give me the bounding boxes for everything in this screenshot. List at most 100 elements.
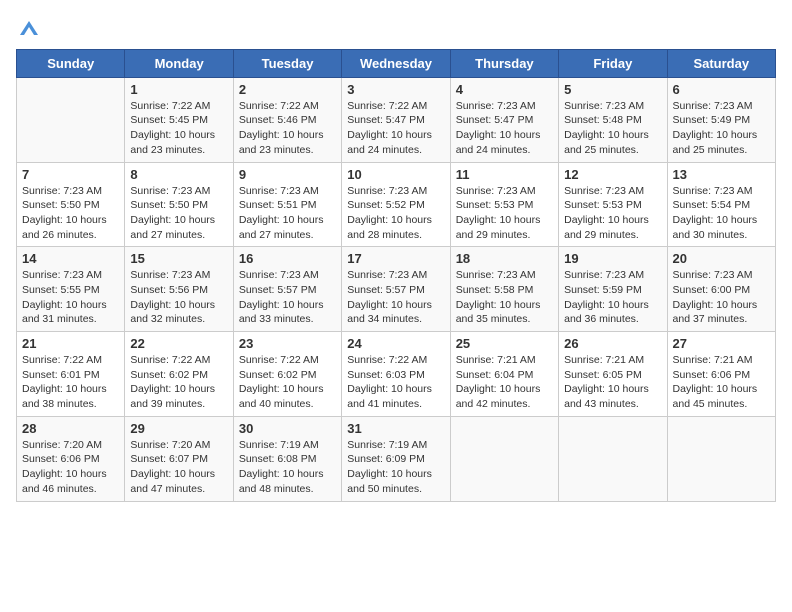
calendar-body: 1 Sunrise: 7:22 AM Sunset: 5:45 PM Daylig… xyxy=(17,77,776,501)
day-info: Sunrise: 7:23 AM Sunset: 5:55 PM Dayligh… xyxy=(22,268,119,327)
calendar-cell: 8Sunrise: 7:23 AM Sunset: 5:50 PM Daylig… xyxy=(125,162,233,247)
day-number: 25 xyxy=(456,336,553,351)
day-number: 1 xyxy=(130,82,227,97)
day-number: 31 xyxy=(347,421,444,436)
calendar-cell: 14 Sunrise: 7:23 AM Sunset: 5:55 PM Dayli… xyxy=(17,247,125,332)
day-info: Sunrise: 7:23 AM Sunset: 6:00 PM Dayligh… xyxy=(673,268,770,327)
weekday-friday: Friday xyxy=(559,49,667,77)
day-number: 15 xyxy=(130,251,227,266)
day-info: Sunrise: 7:19 AM Sunset: 6:08 PM Dayligh… xyxy=(239,438,336,497)
calendar-cell: 1 Sunrise: 7:22 AM Sunset: 5:45 PM Daylig… xyxy=(125,77,233,162)
day-info: Sunrise: 7:22 AM Sunset: 6:02 PM Dayligh… xyxy=(130,353,227,412)
day-info: Sunrise: 7:23 AM Sunset: 5:58 PM Dayligh… xyxy=(456,268,553,327)
calendar-cell: 16Sunrise: 7:23 AM Sunset: 5:57 PM Dayli… xyxy=(233,247,341,332)
day-number: 27 xyxy=(673,336,770,351)
weekday-wednesday: Wednesday xyxy=(342,49,450,77)
logo xyxy=(16,16,40,39)
day-number: 24 xyxy=(347,336,444,351)
logo-icon xyxy=(18,17,40,39)
day-info: Sunrise: 7:22 AM Sunset: 5:45 PM Dayligh… xyxy=(130,99,227,158)
calendar-cell: 27 Sunrise: 7:21 AM Sunset: 6:06 PM Dayli… xyxy=(667,332,775,417)
weekday-tuesday: Tuesday xyxy=(233,49,341,77)
day-number: 26 xyxy=(564,336,661,351)
calendar-cell: 23 Sunrise: 7:22 AM Sunset: 6:02 PM Dayli… xyxy=(233,332,341,417)
calendar-cell: 5 Sunrise: 7:23 AM Sunset: 5:48 PM Daylig… xyxy=(559,77,667,162)
day-number: 4 xyxy=(456,82,553,97)
day-info: Sunrise: 7:23 AM Sunset: 5:54 PM Dayligh… xyxy=(673,184,770,243)
week-row-1: 7 Sunrise: 7:23 AM Sunset: 5:50 PM Daylig… xyxy=(17,162,776,247)
week-row-0: 1 Sunrise: 7:22 AM Sunset: 5:45 PM Daylig… xyxy=(17,77,776,162)
day-number: 3 xyxy=(347,82,444,97)
day-number: 16 xyxy=(239,251,336,266)
calendar-cell: 2 Sunrise: 7:22 AM Sunset: 5:46 PM Daylig… xyxy=(233,77,341,162)
day-number: 17 xyxy=(347,251,444,266)
day-number: 2 xyxy=(239,82,336,97)
day-info: Sunrise: 7:23 AM Sunset: 5:47 PM Dayligh… xyxy=(456,99,553,158)
day-number: 22 xyxy=(130,336,227,351)
week-row-4: 28 Sunrise: 7:20 AM Sunset: 6:06 PM Dayli… xyxy=(17,416,776,501)
weekday-header-row: SundayMondayTuesdayWednesdayThursdayFrid… xyxy=(17,49,776,77)
calendar-cell: 6 Sunrise: 7:23 AM Sunset: 5:49 PM Daylig… xyxy=(667,77,775,162)
day-number: 13 xyxy=(673,167,770,182)
calendar-cell: 24Sunrise: 7:22 AM Sunset: 6:03 PM Dayli… xyxy=(342,332,450,417)
day-info: Sunrise: 7:21 AM Sunset: 6:06 PM Dayligh… xyxy=(673,353,770,412)
calendar-cell: 4 Sunrise: 7:23 AM Sunset: 5:47 PM Daylig… xyxy=(450,77,558,162)
calendar-cell: 26 Sunrise: 7:21 AM Sunset: 6:05 PM Dayli… xyxy=(559,332,667,417)
day-info: Sunrise: 7:22 AM Sunset: 6:01 PM Dayligh… xyxy=(22,353,119,412)
weekday-sunday: Sunday xyxy=(17,49,125,77)
day-info: Sunrise: 7:23 AM Sunset: 5:48 PM Dayligh… xyxy=(564,99,661,158)
day-number: 20 xyxy=(673,251,770,266)
calendar-cell: 13 Sunrise: 7:23 AM Sunset: 5:54 PM Dayli… xyxy=(667,162,775,247)
calendar-cell: 3Sunrise: 7:22 AM Sunset: 5:47 PM Daylig… xyxy=(342,77,450,162)
weekday-saturday: Saturday xyxy=(667,49,775,77)
calendar-cell: 31Sunrise: 7:19 AM Sunset: 6:09 PM Dayli… xyxy=(342,416,450,501)
day-info: Sunrise: 7:23 AM Sunset: 5:49 PM Dayligh… xyxy=(673,99,770,158)
day-info: Sunrise: 7:23 AM Sunset: 5:52 PM Dayligh… xyxy=(347,184,444,243)
calendar-cell: 30Sunrise: 7:19 AM Sunset: 6:08 PM Dayli… xyxy=(233,416,341,501)
day-number: 5 xyxy=(564,82,661,97)
day-info: Sunrise: 7:22 AM Sunset: 6:02 PM Dayligh… xyxy=(239,353,336,412)
calendar-cell xyxy=(559,416,667,501)
day-info: Sunrise: 7:21 AM Sunset: 6:04 PM Dayligh… xyxy=(456,353,553,412)
calendar-cell: 19 Sunrise: 7:23 AM Sunset: 5:59 PM Dayli… xyxy=(559,247,667,332)
day-number: 7 xyxy=(22,167,119,182)
day-info: Sunrise: 7:23 AM Sunset: 5:59 PM Dayligh… xyxy=(564,268,661,327)
calendar-cell: 22 Sunrise: 7:22 AM Sunset: 6:02 PM Dayli… xyxy=(125,332,233,417)
day-number: 28 xyxy=(22,421,119,436)
day-number: 23 xyxy=(239,336,336,351)
calendar-cell: 7 Sunrise: 7:23 AM Sunset: 5:50 PM Daylig… xyxy=(17,162,125,247)
day-number: 14 xyxy=(22,251,119,266)
weekday-thursday: Thursday xyxy=(450,49,558,77)
day-number: 10 xyxy=(347,167,444,182)
calendar-table: SundayMondayTuesdayWednesdayThursdayFrid… xyxy=(16,49,776,502)
day-info: Sunrise: 7:23 AM Sunset: 5:53 PM Dayligh… xyxy=(564,184,661,243)
day-info: Sunrise: 7:23 AM Sunset: 5:53 PM Dayligh… xyxy=(456,184,553,243)
calendar-cell: 18Sunrise: 7:23 AM Sunset: 5:58 PM Dayli… xyxy=(450,247,558,332)
calendar-cell: 9Sunrise: 7:23 AM Sunset: 5:51 PM Daylig… xyxy=(233,162,341,247)
day-info: Sunrise: 7:23 AM Sunset: 5:50 PM Dayligh… xyxy=(130,184,227,243)
day-number: 6 xyxy=(673,82,770,97)
calendar-cell: 15 Sunrise: 7:23 AM Sunset: 5:56 PM Dayli… xyxy=(125,247,233,332)
day-info: Sunrise: 7:20 AM Sunset: 6:06 PM Dayligh… xyxy=(22,438,119,497)
calendar-cell: 29Sunrise: 7:20 AM Sunset: 6:07 PM Dayli… xyxy=(125,416,233,501)
week-row-3: 21Sunrise: 7:22 AM Sunset: 6:01 PM Dayli… xyxy=(17,332,776,417)
day-info: Sunrise: 7:20 AM Sunset: 6:07 PM Dayligh… xyxy=(130,438,227,497)
header xyxy=(16,16,776,39)
calendar-cell xyxy=(17,77,125,162)
day-info: Sunrise: 7:23 AM Sunset: 5:50 PM Dayligh… xyxy=(22,184,119,243)
calendar-cell: 20 Sunrise: 7:23 AM Sunset: 6:00 PM Dayli… xyxy=(667,247,775,332)
weekday-monday: Monday xyxy=(125,49,233,77)
day-info: Sunrise: 7:23 AM Sunset: 5:57 PM Dayligh… xyxy=(347,268,444,327)
day-info: Sunrise: 7:23 AM Sunset: 5:56 PM Dayligh… xyxy=(130,268,227,327)
day-number: 9 xyxy=(239,167,336,182)
calendar-cell: 28 Sunrise: 7:20 AM Sunset: 6:06 PM Dayli… xyxy=(17,416,125,501)
calendar-cell xyxy=(667,416,775,501)
calendar-cell: 21Sunrise: 7:22 AM Sunset: 6:01 PM Dayli… xyxy=(17,332,125,417)
day-info: Sunrise: 7:21 AM Sunset: 6:05 PM Dayligh… xyxy=(564,353,661,412)
calendar-cell: 17 Sunrise: 7:23 AM Sunset: 5:57 PM Dayli… xyxy=(342,247,450,332)
calendar-header: SundayMondayTuesdayWednesdayThursdayFrid… xyxy=(17,49,776,77)
day-number: 19 xyxy=(564,251,661,266)
day-number: 12 xyxy=(564,167,661,182)
calendar-cell: 12 Sunrise: 7:23 AM Sunset: 5:53 PM Dayli… xyxy=(559,162,667,247)
day-info: Sunrise: 7:22 AM Sunset: 5:46 PM Dayligh… xyxy=(239,99,336,158)
